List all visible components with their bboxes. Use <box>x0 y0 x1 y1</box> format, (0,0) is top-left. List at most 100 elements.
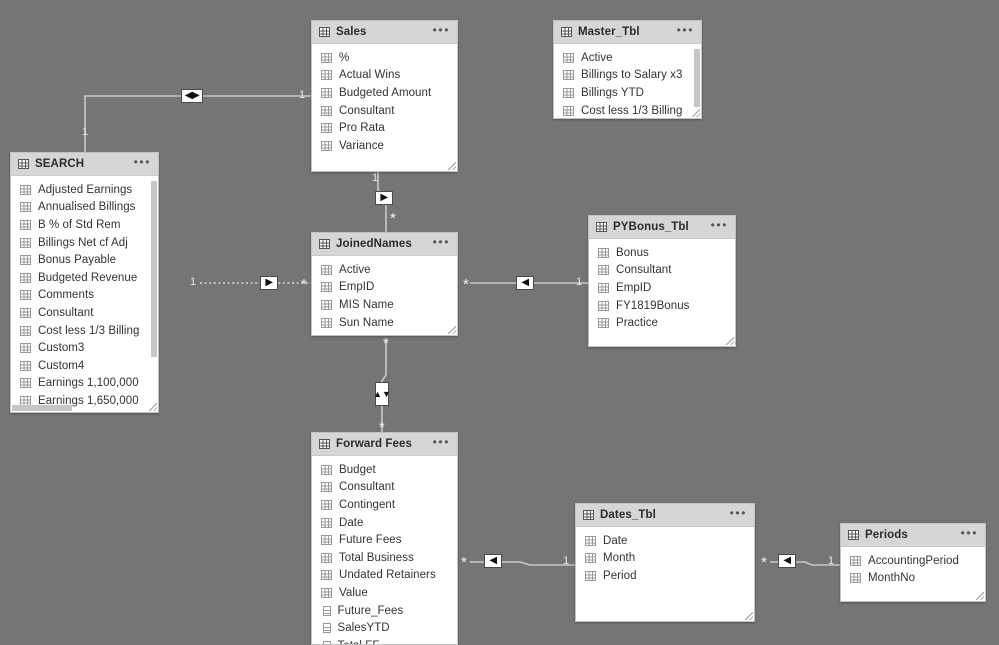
field-row[interactable]: Custom4 <box>11 357 158 375</box>
table-more-options-icon[interactable]: ••• <box>961 527 978 541</box>
table-card-joinednames[interactable]: JoinedNames ••• Active EmpID MIS Name Sun Nam… <box>311 232 458 336</box>
field-row[interactable]: Earnings 1,100,000 <box>11 375 158 393</box>
field-row[interactable]: Actual Wins <box>312 67 457 85</box>
relationship-arrow-sales-joinednames[interactable]: ▶ <box>375 191 393 205</box>
field-row[interactable]: MIS Name <box>312 296 457 314</box>
arrow-glyph: ▶ <box>380 192 388 203</box>
table-card-dates_tbl[interactable]: Dates_Tbl ••• Date Month Period <box>575 503 755 622</box>
resize-handle[interactable] <box>448 162 456 170</box>
field-row[interactable]: Cost less 1/3 Billing <box>11 322 158 340</box>
field-row[interactable]: Consultant <box>312 102 457 120</box>
table-header-dates_tbl[interactable]: Dates_Tbl ••• <box>576 504 754 527</box>
field-row[interactable]: Annualised Billings <box>11 199 158 217</box>
relationship-arrow-forwardfees-dates[interactable]: ◀ <box>484 554 502 568</box>
resize-handle[interactable] <box>448 326 456 334</box>
vertical-scrollbar[interactable] <box>694 47 700 107</box>
table-header-sales[interactable]: Sales ••• <box>312 21 457 44</box>
table-more-options-icon[interactable]: ••• <box>677 24 694 38</box>
scrollbar-thumb[interactable] <box>151 181 157 357</box>
field-row[interactable]: Adjusted Earnings <box>11 181 158 199</box>
field-row[interactable]: Contingent <box>312 496 457 514</box>
column-icon <box>20 307 31 318</box>
field-row[interactable]: Total Business <box>312 549 457 567</box>
table-header-master_tbl[interactable]: Master_Tbl ••• <box>554 21 701 44</box>
field-row[interactable]: Period <box>576 567 754 585</box>
resize-handle[interactable] <box>149 403 157 411</box>
table-header-joinednames[interactable]: JoinedNames ••• <box>312 233 457 256</box>
field-label: Comments <box>38 289 94 302</box>
resize-handle[interactable] <box>976 592 984 600</box>
table-more-options-icon[interactable]: ••• <box>433 24 450 38</box>
relationship-arrow-joinednames-forwardfees[interactable]: ▲▼ <box>373 382 391 406</box>
field-row[interactable]: Date <box>576 532 754 550</box>
relationship-line-search-sales[interactable] <box>84 95 311 152</box>
table-more-options-icon[interactable]: ••• <box>711 219 728 233</box>
table-card-search[interactable]: SEARCH ••• Adjusted Earnings Annualised Bil… <box>10 152 159 413</box>
field-row[interactable]: Pro Rata <box>312 119 457 137</box>
model-diagram-canvas[interactable]: ◀▶ ▶ ▶ ◀ ▲▼ ◀ ◀ 1 1 1 * 1 * * 1 * * * 1 … <box>0 0 999 645</box>
field-row[interactable]: Future_Fees <box>312 602 457 620</box>
field-row[interactable]: Custom3 <box>11 339 158 357</box>
field-row[interactable]: Consultant <box>589 262 735 280</box>
field-row[interactable]: AccountingPeriod <box>841 552 985 570</box>
table-card-pybonus_tbl[interactable]: PYBonus_Tbl ••• Bonus Consultant EmpID FY1819… <box>588 215 736 347</box>
field-row[interactable]: Practice <box>589 314 735 332</box>
table-header-periods[interactable]: Periods ••• <box>841 524 985 547</box>
relationship-arrow-dates-periods[interactable]: ◀ <box>778 554 796 568</box>
field-row[interactable]: EmpID <box>312 279 457 297</box>
field-row[interactable]: Future Fees <box>312 531 457 549</box>
field-row[interactable]: Sun Name <box>312 314 457 332</box>
table-more-options-icon[interactable]: ••• <box>433 236 450 250</box>
table-more-options-icon[interactable]: ••• <box>134 156 151 170</box>
field-row[interactable]: Variance <box>312 137 457 155</box>
table-card-forward_fees[interactable]: Forward Fees ••• Budget Consultant Contingen… <box>311 432 458 645</box>
field-row[interactable]: B % of Std Rem <box>11 216 158 234</box>
field-row[interactable]: Billings to Salary x3 <box>554 67 701 85</box>
table-header-forward_fees[interactable]: Forward Fees ••• <box>312 433 457 456</box>
field-label: Active <box>339 263 371 276</box>
table-header-search[interactable]: SEARCH ••• <box>11 153 158 176</box>
field-row[interactable]: Budget <box>312 461 457 479</box>
table-card-periods[interactable]: Periods ••• AccountingPeriod MonthNo <box>840 523 986 602</box>
field-row[interactable]: EmpID <box>589 279 735 297</box>
field-row[interactable]: Billings YTD <box>554 84 701 102</box>
relationship-arrow-search-joinednames[interactable]: ▶ <box>260 276 278 290</box>
field-row[interactable]: Value <box>312 584 457 602</box>
field-row[interactable]: SalesYTD <box>312 619 457 637</box>
table-card-sales[interactable]: Sales •••% Actual Wins Budgeted Amount Consu… <box>311 20 458 172</box>
field-row[interactable]: Consultant <box>11 304 158 322</box>
resize-handle[interactable] <box>745 612 753 620</box>
field-row[interactable]: Bonus Payable <box>11 251 158 269</box>
resize-handle[interactable] <box>692 109 700 117</box>
field-row[interactable]: Consultant <box>312 479 457 497</box>
field-row[interactable]: Budgeted Amount <box>312 84 457 102</box>
resize-handle[interactable] <box>726 337 734 345</box>
relationship-arrow-search-sales[interactable]: ◀▶ <box>181 89 203 103</box>
table-more-options-icon[interactable]: ••• <box>730 507 747 521</box>
vertical-scrollbar[interactable] <box>151 179 157 400</box>
field-row[interactable]: Active <box>312 261 457 279</box>
field-row[interactable]: Cost less 1/3 Billing <box>554 102 701 118</box>
scrollbar-thumb[interactable] <box>12 405 72 411</box>
table-header-pybonus_tbl[interactable]: PYBonus_Tbl ••• <box>589 216 735 239</box>
field-row[interactable]: Budgeted Revenue <box>11 269 158 287</box>
field-row[interactable]: Total FF <box>312 637 457 644</box>
field-row[interactable]: Bonus <box>589 244 735 262</box>
field-row[interactable]: MonthNo <box>841 570 985 588</box>
field-row[interactable]: % <box>312 49 457 67</box>
field-row[interactable]: Date <box>312 514 457 532</box>
field-row[interactable]: Undated Retainers <box>312 567 457 585</box>
field-row[interactable]: Active <box>554 49 701 67</box>
relationship-arrow-joinednames-pybonus[interactable]: ◀ <box>516 276 534 290</box>
horizontal-scrollbar[interactable] <box>12 405 148 411</box>
table-more-options-icon[interactable]: ••• <box>433 436 450 450</box>
field-label: Annualised Billings <box>38 201 136 214</box>
field-row[interactable]: Month <box>576 550 754 568</box>
field-row[interactable]: Billings Net cf Adj <box>11 234 158 252</box>
scrollbar-thumb[interactable] <box>694 49 700 107</box>
table-card-master_tbl[interactable]: Master_Tbl ••• Active Billings to Salary x3… <box>553 20 702 119</box>
field-row[interactable]: Comments <box>11 287 158 305</box>
column-icon <box>321 552 332 563</box>
table-title: Forward Fees <box>336 438 412 450</box>
field-row[interactable]: FY1819Bonus <box>589 297 735 315</box>
